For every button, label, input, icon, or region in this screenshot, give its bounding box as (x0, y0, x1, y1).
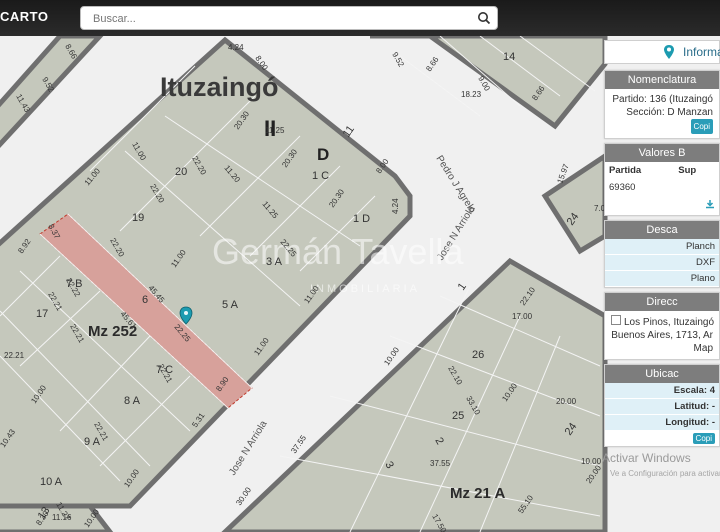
lot-label: 4.24 (228, 43, 244, 52)
lot-label: 4.24 (391, 198, 400, 214)
lot-label: 20 (175, 166, 187, 178)
lot-label: 5 A (222, 299, 239, 311)
lot-label: 19 (132, 212, 144, 224)
info-panel-title-text: Informa (683, 45, 720, 59)
search-input[interactable] (91, 8, 475, 30)
info-panel: Informa Nomenclatura Partido: 136 (Ituza… (604, 40, 720, 451)
lot-label: 18.23 (461, 90, 482, 99)
lot-label: 6 (142, 294, 148, 306)
windows-activate-text: Activar Windows (602, 451, 691, 465)
lot-label: 9 A (84, 436, 101, 448)
descargas-section: Desca Planch DXF Plano (604, 220, 720, 288)
valores-header: Valores B (605, 144, 719, 162)
copy-button[interactable]: Copi (690, 119, 713, 134)
lot-label: 8 A (124, 395, 141, 407)
download-dxf[interactable]: DXF (605, 255, 719, 271)
section-label: D (317, 145, 329, 164)
direccion-line1: Los Pinos, Ituzaingó (611, 315, 714, 329)
map-image-icon (611, 315, 621, 325)
lot-label: 37.55 (430, 459, 451, 468)
lot-label: 10 A (40, 476, 63, 488)
brand-logo[interactable]: CARTO (0, 9, 48, 24)
top-bar: CARTO (0, 0, 720, 36)
lot-label: 3 A (266, 256, 283, 268)
block-21a-label: Mz 21 A (450, 485, 505, 502)
lot-label: 11.25 (265, 126, 285, 135)
lot-label: 14 (503, 51, 515, 63)
col-sup: Sup (678, 165, 697, 176)
search-icon[interactable] (477, 11, 491, 25)
ubicacion-section: Ubicac Escala: 4 Latitud: - Longitud: - … (604, 364, 720, 447)
lot-label: 1 C (312, 170, 329, 182)
nomenclatura-partido: Partido: 136 (Ituzaingó (612, 94, 713, 105)
escala-value: Escala: 4 (605, 383, 719, 399)
col-partida: Partida (609, 165, 642, 176)
locality-label: Ituzaingó (160, 72, 278, 102)
pin-icon (664, 45, 674, 59)
nomenclatura-section: Nomenclatura Partido: 136 (Ituzaingó Sec… (604, 70, 720, 139)
lot-label: 1 D (353, 213, 370, 225)
lot-label: 10.00 (581, 457, 602, 466)
direccion-header: Direcc (605, 293, 719, 311)
copy-coords-button[interactable]: Copi (692, 433, 715, 444)
latitud-value: Latitud: - (605, 399, 719, 415)
lot-label: 17 (36, 308, 48, 320)
windows-activate-sub: Ve a Configuración para activar Windows. (610, 469, 720, 478)
partida-value: 69360 (609, 182, 636, 193)
valores-table: Partida Sup 69360 (605, 162, 719, 215)
longitud-value: Longitud: - (605, 415, 719, 431)
watermark-main: Germán Tavella (212, 231, 464, 272)
direccion-line2: Buenos Aires, 1713, Ar (611, 330, 713, 341)
lot-label: 7 C (156, 364, 173, 376)
nomenclatura-header: Nomenclatura (605, 71, 719, 89)
watermark-sub: INMOBILIARIA (310, 283, 420, 295)
descargas-header: Desca (605, 221, 719, 239)
valores-section: Valores B Partida Sup 69360 (604, 143, 720, 216)
lot-label: 22.21 (4, 351, 25, 360)
search-box[interactable] (80, 6, 498, 30)
lot-label: 17.00 (512, 312, 533, 321)
download-plano[interactable]: Plano (605, 271, 719, 287)
lot-label: 7 B (66, 278, 83, 290)
info-panel-title: Informa (604, 40, 720, 64)
download-plancheta[interactable]: Planch (605, 239, 719, 255)
download-icon[interactable] (705, 199, 715, 209)
ubicacion-header: Ubicac (605, 365, 719, 383)
lot-label: 26 (472, 349, 484, 361)
lot-label: 20.00 (556, 397, 577, 406)
direccion-section: Direcc Los Pinos, Ituzaingó Buenos Aires… (604, 292, 720, 360)
nomenclatura-seccion: Sección: D Manzan (626, 107, 713, 118)
lot-label: 25 (452, 410, 464, 422)
direccion-map-link[interactable]: Map (611, 342, 713, 355)
